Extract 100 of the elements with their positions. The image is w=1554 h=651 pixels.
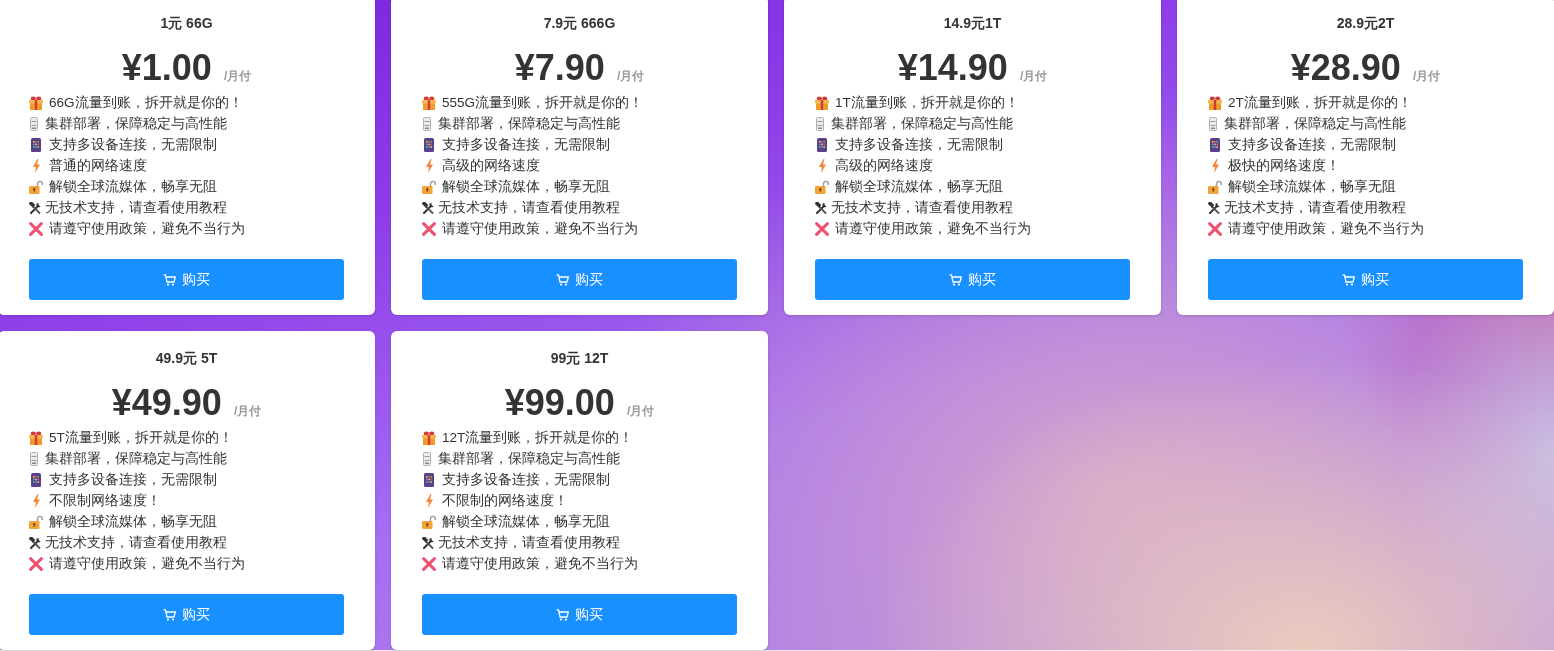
- billing-period: /月付: [616, 68, 645, 85]
- buy-button[interactable]: 购买: [29, 259, 344, 300]
- feature-text: 集群部署，保障稳定与高性能: [1224, 114, 1406, 133]
- buy-button[interactable]: 购买: [29, 594, 344, 635]
- tools-icon: [29, 201, 41, 214]
- feature-text: 12T流量到账，拆开就是你的！: [442, 428, 634, 447]
- feature-text: 支持多设备连接，无需限制: [1228, 135, 1396, 154]
- phone-icon: [1210, 137, 1220, 152]
- unlock-icon: [1208, 179, 1222, 194]
- feature-text: 2T流量到账，拆开就是你的！: [1228, 93, 1412, 112]
- tools-icon: [422, 201, 434, 214]
- billing-period: /月付: [1019, 68, 1048, 85]
- plan-title: 14.9元1T: [942, 14, 1003, 32]
- lightning-icon: [33, 158, 40, 173]
- billing-period: /月付: [233, 403, 262, 420]
- cross-icon: [422, 221, 436, 236]
- feature-text: 普通的网络速度: [49, 156, 147, 175]
- feature-text: 请遵守使用政策，避免不当行为: [49, 219, 245, 238]
- cart-icon: [556, 273, 569, 286]
- feature-text: 解锁全球流媒体，畅享无阻: [49, 512, 217, 531]
- feature-text: 无技术支持，请查看使用教程: [45, 198, 227, 217]
- cart-icon: [163, 608, 176, 621]
- feature-text: 支持多设备连接，无需限制: [835, 135, 1003, 154]
- phone-icon: [31, 472, 41, 487]
- gift-icon: [422, 430, 436, 445]
- feature-text: 支持多设备连接，无需限制: [49, 135, 217, 154]
- price: ¥28.90: [1290, 48, 1401, 88]
- billing-period: /月付: [626, 403, 655, 420]
- server-icon: [30, 451, 38, 466]
- feature-text: 集群部署，保障稳定与高性能: [831, 114, 1013, 133]
- unlock-icon: [29, 179, 43, 194]
- feature-text: 解锁全球流媒体，畅享无阻: [442, 512, 610, 531]
- gift-icon: [815, 95, 829, 110]
- server-icon: [423, 116, 431, 131]
- cross-icon: [29, 221, 43, 236]
- gift-icon: [29, 430, 43, 445]
- server-icon: [816, 116, 824, 131]
- feature-text: 66G流量到账，拆开就是你的！: [49, 93, 243, 112]
- plan-title: 99元 12T: [549, 349, 610, 367]
- plan-title: 1元 66G: [159, 14, 214, 32]
- price: ¥49.90: [111, 383, 222, 423]
- feature-text: 无技术支持，请查看使用教程: [438, 533, 620, 552]
- feature-text: 支持多设备连接，无需限制: [442, 470, 610, 489]
- feature-text: 无技术支持，请查看使用教程: [1224, 198, 1406, 217]
- unlock-icon: [29, 514, 43, 529]
- gift-icon: [29, 95, 43, 110]
- plan-title: 49.9元 5T: [154, 349, 219, 367]
- plan-title: 28.9元2T: [1335, 14, 1396, 32]
- lightning-icon: [819, 158, 826, 173]
- feature-text: 集群部署，保障稳定与高性能: [45, 114, 227, 133]
- phone-icon: [817, 137, 827, 152]
- price: ¥99.00: [504, 383, 615, 423]
- feature-text: 请遵守使用政策，避免不当行为: [835, 219, 1031, 238]
- tools-icon: [422, 536, 434, 549]
- lightning-icon: [33, 493, 40, 508]
- feature-text: 解锁全球流媒体，畅享无阻: [835, 177, 1003, 196]
- tools-icon: [29, 536, 41, 549]
- feature-text: 高级的网络速度: [835, 156, 933, 175]
- billing-period: /月付: [1412, 68, 1441, 85]
- billing-period: /月付: [223, 68, 252, 85]
- feature-text: 高级的网络速度: [442, 156, 540, 175]
- cross-icon: [1208, 221, 1222, 236]
- buy-button[interactable]: 购买: [1208, 259, 1523, 300]
- unlock-icon: [422, 179, 436, 194]
- cart-icon: [949, 273, 962, 286]
- cross-icon: [815, 221, 829, 236]
- server-icon: [30, 116, 38, 131]
- gift-icon: [1208, 95, 1222, 110]
- feature-text: 请遵守使用政策，避免不当行为: [49, 554, 245, 573]
- lightning-icon: [426, 158, 433, 173]
- server-icon: [1209, 116, 1217, 131]
- feature-text: 1T流量到账，拆开就是你的！: [835, 93, 1019, 112]
- feature-text: 解锁全球流媒体，畅享无阻: [1228, 177, 1396, 196]
- feature-text: 无技术支持，请查看使用教程: [438, 198, 620, 217]
- buy-button[interactable]: 购买: [815, 259, 1130, 300]
- feature-text: 无技术支持，请查看使用教程: [831, 198, 1013, 217]
- tools-icon: [815, 201, 827, 214]
- feature-text: 请遵守使用政策，避免不当行为: [1228, 219, 1424, 238]
- feature-text: 极快的网络速度！: [1228, 156, 1340, 175]
- phone-icon: [424, 137, 434, 152]
- cart-icon: [556, 608, 569, 621]
- feature-text: 解锁全球流媒体，畅享无阻: [49, 177, 217, 196]
- feature-text: 请遵守使用政策，避免不当行为: [442, 554, 638, 573]
- feature-text: 集群部署，保障稳定与高性能: [45, 449, 227, 468]
- cross-icon: [422, 556, 436, 571]
- lightning-icon: [426, 493, 433, 508]
- phone-icon: [424, 472, 434, 487]
- buy-button[interactable]: 购买: [422, 259, 737, 300]
- feature-text: 无技术支持，请查看使用教程: [45, 533, 227, 552]
- feature-text: 集群部署，保障稳定与高性能: [438, 114, 620, 133]
- plan-title: 7.9元 666G: [542, 14, 617, 32]
- feature-text: 5T流量到账，拆开就是你的！: [49, 428, 233, 447]
- price: ¥7.90: [514, 48, 605, 88]
- cart-icon: [1342, 273, 1355, 286]
- feature-text: 集群部署，保障稳定与高性能: [438, 449, 620, 468]
- cross-icon: [29, 556, 43, 571]
- feature-text: 请遵守使用政策，避免不当行为: [442, 219, 638, 238]
- phone-icon: [31, 137, 41, 152]
- feature-text: 555G流量到账，拆开就是你的！: [442, 93, 644, 112]
- buy-button[interactable]: 购买: [422, 594, 737, 635]
